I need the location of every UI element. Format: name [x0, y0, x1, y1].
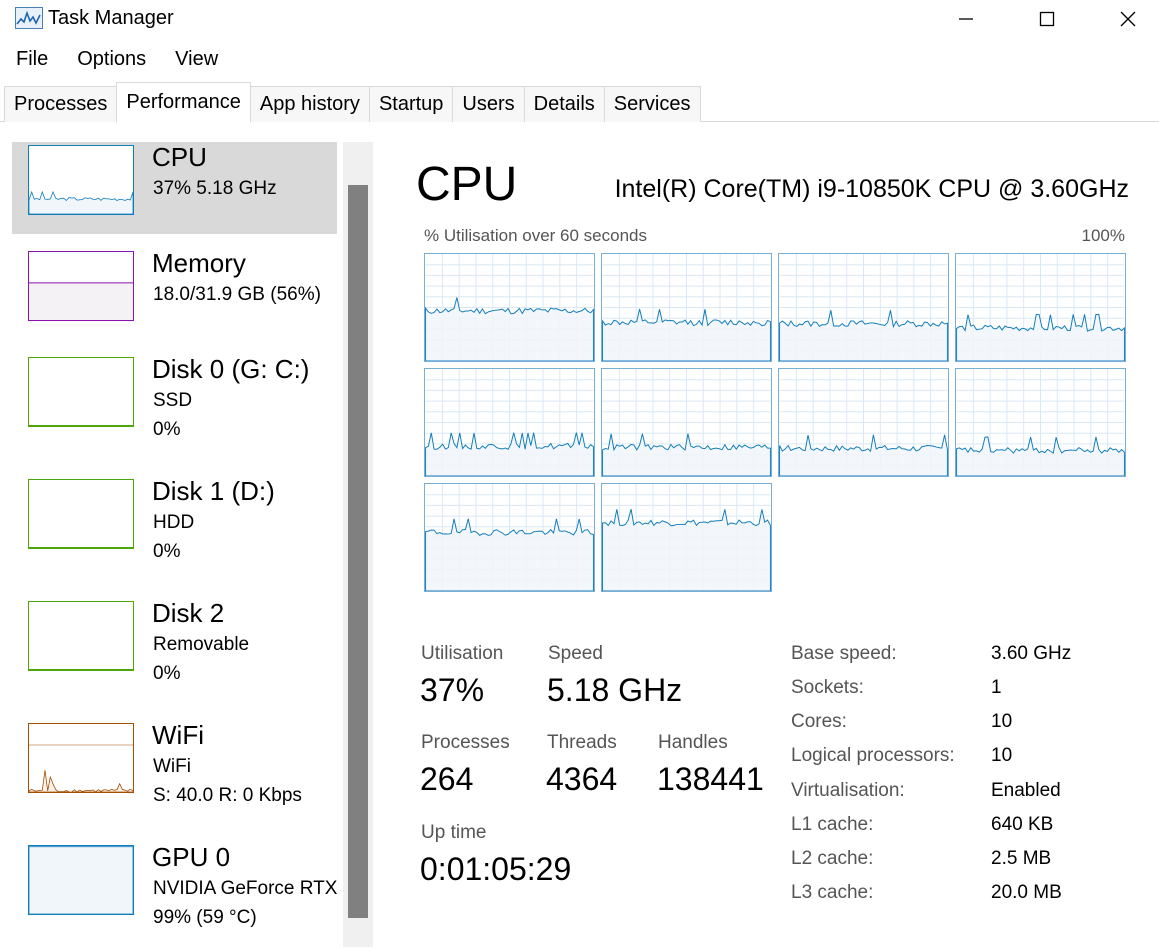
sidebar-item-name: Memory	[152, 248, 246, 278]
processes-value: 264	[420, 761, 474, 797]
tab-app-history[interactable]: App history	[249, 86, 370, 122]
sidebar-item-detail: S: 40.0 R: 0 Kbps	[153, 785, 302, 806]
core-graph	[778, 253, 949, 362]
processes-label: Processes	[421, 732, 510, 753]
sidebar-item-detail: 37% 5.18 GHz	[153, 178, 277, 199]
sidebar-scrollbar-thumb[interactable]	[348, 185, 368, 918]
tab-users[interactable]: Users	[452, 86, 525, 122]
sidebar-item-detail: 99% (59 °C)	[153, 907, 257, 928]
close-icon	[1120, 11, 1136, 27]
sidebar-item-name: CPU	[152, 142, 207, 172]
sidebar-item-name: Disk 1 (D:)	[152, 476, 275, 506]
spec-value-sockets: 1	[991, 677, 1002, 698]
threads-value: 4364	[546, 761, 618, 797]
spec-label-logical-processors: Logical processors:	[791, 745, 955, 766]
spec-value-virtualisation: Enabled	[991, 780, 1061, 801]
spec-label-virtualisation: Virtualisation:	[791, 780, 905, 801]
disk1-thumbnail-graph	[28, 479, 134, 549]
spec-label-sockets: Sockets:	[791, 677, 864, 698]
sidebar-item-disk2[interactable]: Disk 2 Removable 0%	[12, 598, 337, 690]
resource-sidebar: CPU 37% 5.18 GHz Memory 18.0/31.9 GB (56…	[12, 142, 342, 947]
maximize-icon	[1039, 11, 1055, 27]
memory-fill	[29, 282, 133, 320]
wifi-thumbnail-graph	[28, 723, 134, 793]
utilisation-label: Utilisation	[421, 643, 504, 664]
spec-label-l3-cache: L3 cache:	[791, 882, 874, 903]
menu-bar: File Options View	[0, 44, 231, 78]
tab-services[interactable]: Services	[603, 86, 701, 122]
spec-value-cores: 10	[991, 711, 1013, 732]
tab-details[interactable]: Details	[523, 86, 605, 122]
spec-label-l2-cache: L2 cache:	[791, 848, 874, 869]
core-graph	[601, 368, 772, 477]
graph-caption: % Utilisation over 60 seconds	[424, 226, 648, 245]
spec-label-l1-cache: L1 cache:	[791, 814, 874, 835]
graph-max-label: 100%	[1081, 226, 1125, 245]
disk0-thumbnail-graph	[28, 357, 134, 427]
sidebar-item-detail: 0%	[153, 541, 181, 562]
tab-startup[interactable]: Startup	[368, 86, 454, 122]
menu-options[interactable]: Options	[61, 44, 159, 78]
sidebar-item-type: HDD	[153, 512, 195, 533]
spec-value-l2-cache: 2.5 MB	[991, 848, 1052, 869]
spec-value-l3-cache: 20.0 MB	[991, 882, 1062, 903]
gpu0-thumbnail-graph	[28, 845, 134, 915]
sidebar-item-cpu[interactable]: CPU 37% 5.18 GHz	[12, 142, 337, 234]
sidebar-item-type: SSD	[153, 390, 193, 411]
sidebar-item-detail: 0%	[153, 419, 181, 440]
spec-value-base-speed: 3.60 GHz	[991, 643, 1072, 664]
sidebar-item-memory[interactable]: Memory 18.0/31.9 GB (56%)	[12, 248, 337, 340]
task-manager-icon	[15, 7, 43, 29]
speed-label: Speed	[548, 643, 603, 664]
core-graph	[955, 253, 1126, 362]
sidebar-item-type: Removable	[153, 634, 250, 655]
disk2-thumbnail-graph	[28, 601, 134, 671]
sidebar-item-name: GPU 0	[152, 842, 231, 872]
core-graph	[601, 483, 772, 592]
menu-view[interactable]: View	[159, 44, 231, 78]
handles-label: Handles	[658, 732, 728, 753]
sidebar-item-name: WiFi	[152, 720, 204, 750]
utilisation-value: 37%	[420, 672, 485, 708]
minimize-button[interactable]	[931, 0, 1001, 38]
tab-performance[interactable]: Performance	[116, 82, 251, 123]
core-graph	[601, 253, 772, 362]
core-graph	[424, 368, 595, 477]
window-title: Task Manager	[48, 7, 174, 29]
sidebar-item-type: NVIDIA GeForce RTX	[153, 878, 338, 899]
sidebar-item-disk1[interactable]: Disk 1 (D:) HDD 0%	[12, 476, 337, 568]
sidebar-item-type: WiFi	[153, 756, 191, 777]
spec-value-logical-processors: 10	[991, 745, 1013, 766]
memory-thumbnail-graph	[28, 251, 134, 321]
page-title: CPU	[416, 158, 518, 211]
sidebar-item-disk0[interactable]: Disk 0 (G: C:) SSD 0%	[12, 354, 337, 446]
cpu-model: Intel(R) Core(TM) i9-10850K CPU @ 3.60GH…	[614, 175, 1129, 203]
core-graph	[778, 368, 949, 477]
minimize-icon	[959, 18, 973, 20]
close-button[interactable]	[1093, 0, 1159, 38]
sidebar-item-gpu0[interactable]: GPU 0 NVIDIA GeForce RTX 99% (59 °C)	[12, 842, 337, 934]
core-graph	[424, 253, 595, 362]
core-graph	[955, 368, 1126, 477]
sidebar-item-detail: 18.0/31.9 GB (56%)	[153, 284, 321, 305]
maximize-button[interactable]	[1012, 0, 1082, 38]
core-graph	[424, 483, 595, 592]
spec-label-base-speed: Base speed:	[791, 643, 897, 664]
tab-processes[interactable]: Processes	[4, 86, 118, 122]
speed-value: 5.18 GHz	[547, 672, 683, 708]
title-bar[interactable]: Task Manager	[0, 0, 1159, 38]
uptime-label: Up time	[421, 822, 487, 843]
spec-label-cores: Cores:	[791, 711, 847, 732]
spec-value-l1-cache: 640 KB	[991, 814, 1054, 835]
sidebar-item-wifi[interactable]: WiFi WiFi S: 40.0 R: 0 Kbps	[12, 720, 337, 812]
uptime-value: 0:01:05:29	[420, 851, 572, 887]
sidebar-item-name: Disk 0 (G: C:)	[152, 354, 310, 384]
sidebar-item-detail: 0%	[153, 663, 181, 684]
cpu-thumbnail-graph	[28, 145, 134, 215]
tab-strip: Processes Performance App history Startu…	[4, 82, 701, 123]
threads-label: Threads	[547, 732, 617, 753]
menu-file[interactable]: File	[0, 44, 61, 78]
sidebar-item-name: Disk 2	[152, 598, 225, 628]
handles-value: 138441	[657, 761, 764, 797]
